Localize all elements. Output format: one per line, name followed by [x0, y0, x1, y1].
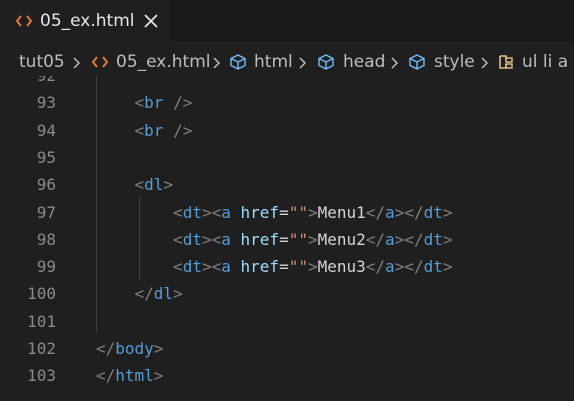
code-text: <dt><a href="">Menu2</a></dt> — [173, 229, 453, 249]
cube-icon — [230, 54, 246, 70]
tab-filename: 05_ex.html — [40, 11, 135, 31]
chevron-right-icon — [391, 57, 399, 69]
line-number: 92 — [0, 76, 56, 89]
cube-icon — [409, 54, 425, 70]
breadcrumb-item-file[interactable]: 05_ex.html — [116, 52, 210, 72]
code-text: <dt><a href="">Menu3</a></dt> — [173, 257, 453, 277]
line-number: 102 — [27, 339, 56, 358]
breadcrumb-item-selector[interactable]: ul li a — [522, 52, 568, 72]
line-number: 94 — [36, 120, 56, 140]
line-number: 97 — [36, 202, 56, 222]
code-line[interactable]: 97 <dt><a href="">Menu1</a></dt> — [0, 199, 574, 226]
code-line[interactable]: 100 </dl> — [0, 280, 574, 307]
close-icon[interactable] — [143, 13, 159, 29]
code-text: </dl> — [134, 284, 183, 304]
line-number: 96 — [36, 175, 56, 195]
css-selector-icon — [499, 55, 513, 69]
code-text: <dl> — [134, 175, 174, 195]
line-number: 100 — [27, 284, 56, 304]
tab-05-ex-html[interactable]: 05_ex.html — [0, 0, 170, 41]
html-code-icon — [15, 15, 33, 27]
html-code-icon — [91, 56, 109, 68]
code-editor[interactable]: 9293 <br />94 <br />9596 <dl>97 <dt><a h… — [0, 76, 574, 401]
chevron-right-icon — [481, 57, 489, 69]
code-line[interactable]: 96 <dl> — [0, 171, 574, 198]
code-line[interactable]: 103 </html> — [0, 362, 574, 389]
code-line[interactable]: 95 — [0, 144, 574, 171]
line-number: 95 — [36, 147, 56, 167]
code-text: </html> — [96, 366, 164, 386]
chevron-right-icon — [213, 57, 221, 69]
code-line[interactable]: 92 — [0, 76, 574, 89]
code-line[interactable]: 93 <br /> — [0, 89, 574, 116]
breadcrumb: tut05 05_ex.html html head style ul li a — [0, 44, 574, 80]
chevron-right-icon — [73, 57, 81, 69]
code-line[interactable]: 94 <br /> — [0, 117, 574, 144]
code-text: <dt><a href="">Menu1</a></dt> — [173, 202, 453, 222]
line-number: 93 — [36, 93, 56, 113]
code-line[interactable]: 102 </body> — [0, 335, 574, 362]
line-number: 103 — [27, 366, 56, 386]
code-text: <br /> — [134, 93, 193, 113]
chevron-right-icon — [299, 57, 307, 69]
breadcrumb-item-tut05[interactable]: tut05 — [19, 52, 65, 72]
code-line[interactable]: 101 — [0, 308, 574, 335]
code-line[interactable]: 99 <dt><a href="">Menu3</a></dt> — [0, 253, 574, 280]
code-line[interactable]: 98 <dt><a href="">Menu2</a></dt> — [0, 226, 574, 253]
breadcrumb-item-style[interactable]: style — [434, 52, 475, 72]
code-text: <br /> — [134, 120, 193, 140]
line-number: 98 — [36, 229, 56, 249]
breadcrumb-item-html[interactable]: html — [254, 52, 293, 72]
line-number: 99 — [36, 257, 56, 277]
breadcrumb-item-head[interactable]: head — [343, 52, 385, 72]
code-text: </body> — [96, 339, 164, 358]
tab-bar: 05_ex.html — [0, 0, 574, 41]
cube-icon — [318, 54, 334, 70]
line-number: 101 — [27, 311, 56, 331]
